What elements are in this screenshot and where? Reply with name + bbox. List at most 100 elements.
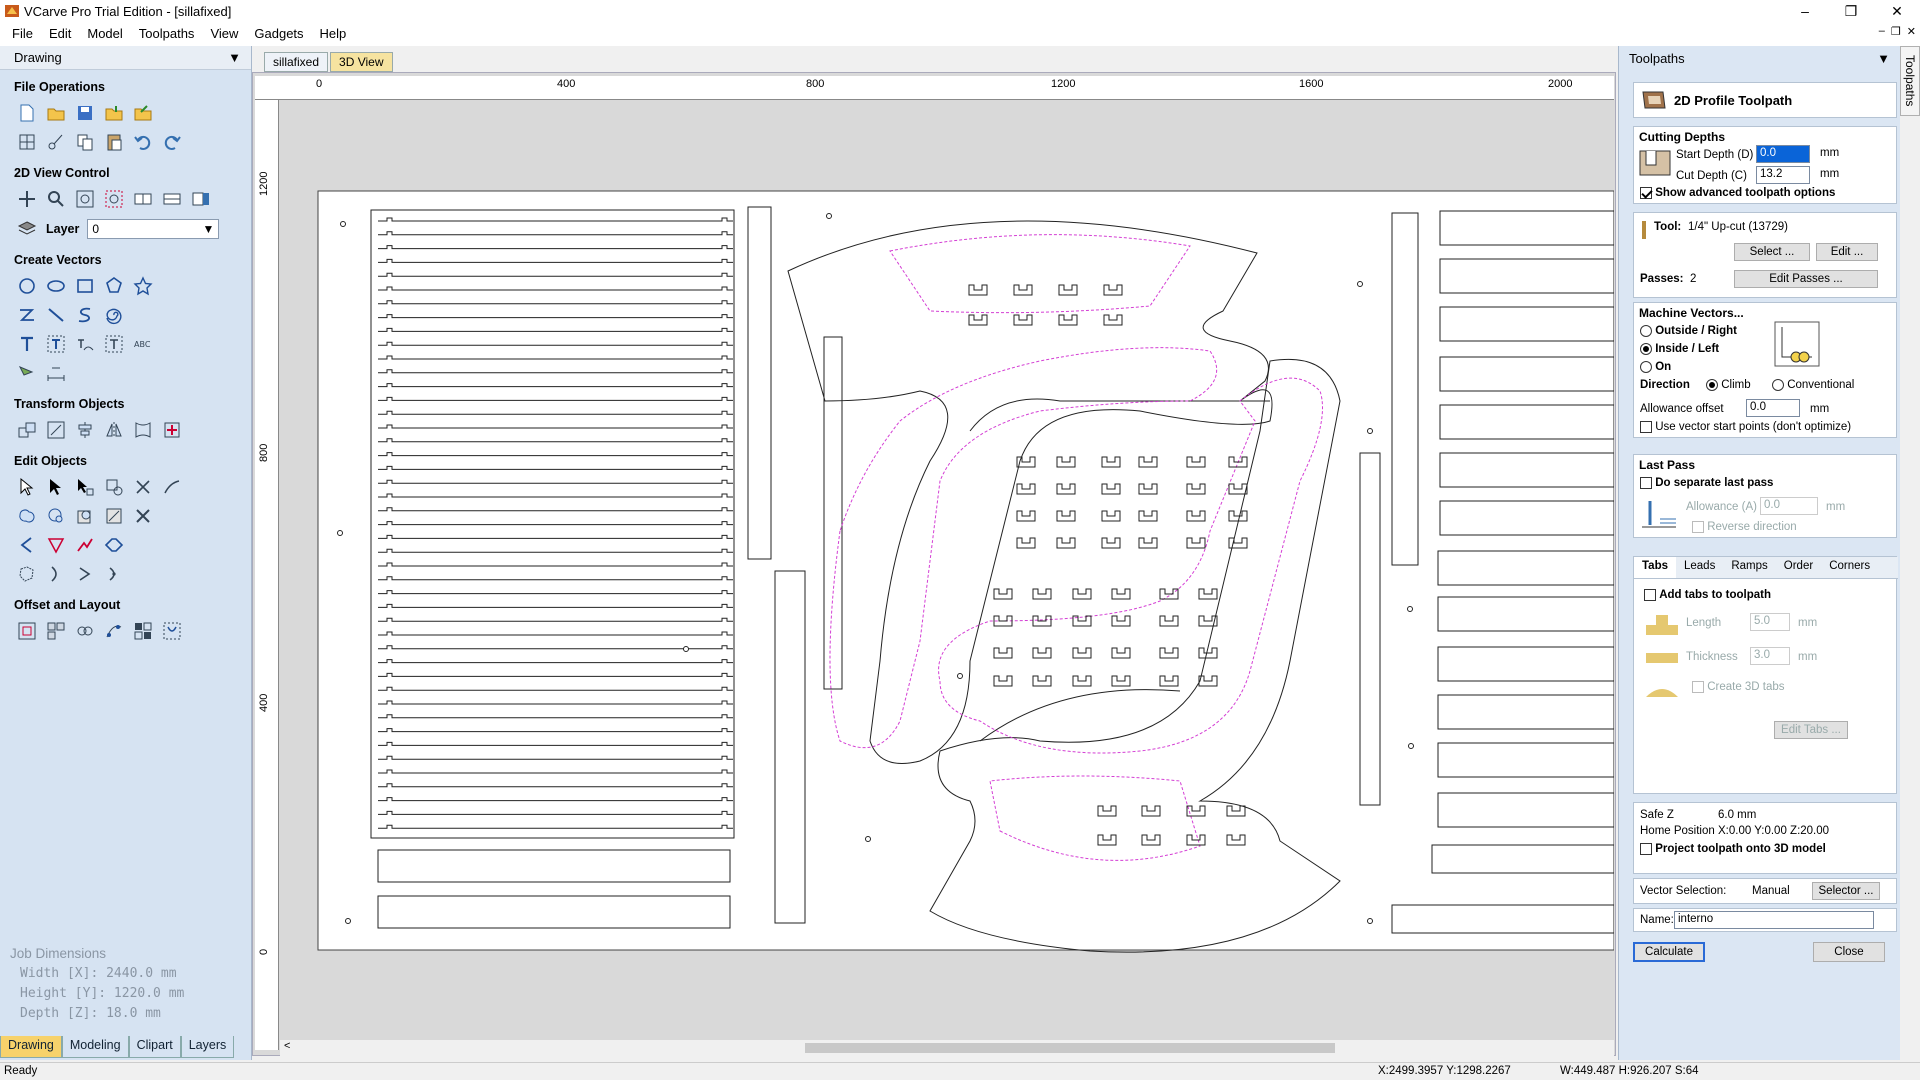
text-box-icon[interactable] [45,333,67,355]
copy-icon[interactable] [74,131,96,153]
scissors-icon[interactable] [132,476,154,498]
maximize-button[interactable]: ❐ [1828,0,1874,22]
reverse-dir-checkbox[interactable] [1692,521,1704,533]
on-radio[interactable] [1640,361,1652,373]
tab-modeling[interactable]: Modeling [61,1036,129,1058]
close-button[interactable]: Close [1813,942,1885,962]
toolpaths-side-tab[interactable]: Toolpaths [1900,46,1920,116]
circle-icon[interactable] [16,275,38,297]
tab-order[interactable]: Order [1776,557,1821,578]
fit-vectors-icon[interactable] [161,620,183,642]
selector-button[interactable]: Selector ... [1812,882,1880,900]
distort-icon[interactable] [132,419,154,441]
convert-arc-icon[interactable] [16,534,38,556]
ruler-corner[interactable] [255,76,279,100]
pan-icon[interactable] [16,188,38,210]
arc-text-icon[interactable]: ABC [132,333,154,355]
menu-help[interactable]: Help [312,22,355,46]
menu-edit[interactable]: Edit [41,22,79,46]
pin-icon[interactable]: ▼ [1877,51,1890,66]
array-copy-icon[interactable] [74,620,96,642]
paste-icon[interactable] [103,131,125,153]
cut-depth-input[interactable]: 13.2 [1756,166,1810,184]
rectangle-icon[interactable] [74,275,96,297]
tab-3d-view[interactable]: 3D View [330,52,393,72]
mdi-close-icon[interactable]: ✕ [1907,25,1916,38]
menu-gadgets[interactable]: Gadgets [246,22,311,46]
separate-last-checkbox[interactable] [1640,477,1652,489]
join-icon[interactable] [103,534,125,556]
interactive-trim-icon[interactable] [103,476,125,498]
node-icon[interactable] [45,563,67,585]
spiral-icon[interactable] [103,304,125,326]
tab-corners[interactable]: Corners [1821,557,1878,578]
smooth-icon[interactable] [74,534,96,556]
cut-shapes-icon[interactable] [132,505,154,527]
ellipse-icon[interactable] [45,275,67,297]
tab-tabs[interactable]: Tabs [1634,557,1676,578]
scroll-left-icon[interactable]: < [284,1040,290,1052]
climb-radio[interactable] [1706,379,1718,391]
break-node-icon[interactable] [103,563,125,585]
convert-line-icon[interactable] [45,534,67,556]
edit-passes-button[interactable]: Edit Passes ... [1734,270,1878,288]
3d-view-icon[interactable] [190,188,212,210]
close-vector-icon[interactable] [16,563,38,585]
nest-icon[interactable] [45,620,67,642]
tab-sillafixed[interactable]: sillafixed [264,52,329,72]
menu-model[interactable]: Model [79,22,130,46]
thickness-input[interactable]: 3.0 [1750,647,1790,665]
extend-icon[interactable] [161,476,183,498]
set-size-icon[interactable] [45,419,67,441]
new-file-icon[interactable] [16,102,38,124]
node-edit-icon[interactable] [45,476,67,498]
measure-icon[interactable] [45,362,67,384]
subtract-icon[interactable] [74,505,96,527]
lp-allowance-input[interactable]: 0.0 [1760,497,1818,515]
polygon-icon[interactable] [103,275,125,297]
move-icon[interactable] [16,419,38,441]
transform-select-icon[interactable] [74,476,96,498]
outside-radio[interactable] [1640,325,1652,337]
auto-layout-text-icon[interactable] [103,333,125,355]
use-start-checkbox[interactable] [1640,421,1652,433]
fillet-icon[interactable] [45,505,67,527]
cut-icon[interactable] [45,131,67,153]
split-view-icon[interactable] [161,188,183,210]
allowance-input[interactable]: 0.0 [1746,399,1800,417]
add-tabs-checkbox[interactable] [1644,589,1656,601]
undo-icon[interactable] [132,131,154,153]
export-icon[interactable] [132,102,154,124]
menu-toolpaths[interactable]: Toolpaths [131,22,203,46]
zoom-selection-icon[interactable] [103,188,125,210]
conventional-radio[interactable] [1772,379,1784,391]
weld-icon[interactable] [16,505,38,527]
select-tool-button[interactable]: Select ... [1734,243,1810,261]
create3d-checkbox[interactable] [1692,681,1704,693]
mdi-restore-icon[interactable]: ❐ [1891,25,1901,38]
horizontal-scrollbar[interactable]: < [280,1040,1614,1056]
mirror-icon[interactable] [103,419,125,441]
redo-icon[interactable] [161,131,183,153]
edit-tabs-button[interactable]: Edit Tabs ... [1774,721,1848,739]
text-on-curve-icon[interactable] [74,333,96,355]
zoom-extents-icon[interactable] [74,188,96,210]
grid-array-icon[interactable] [132,620,154,642]
close-window-button[interactable]: ✕ [1874,0,1920,22]
view-toggle-icon[interactable] [132,188,154,210]
edit-tool-button[interactable]: Edit ... [1816,243,1878,261]
calculate-button[interactable]: Calculate [1633,942,1705,962]
curve-node-icon[interactable] [74,563,96,585]
tab-layers[interactable]: Layers [180,1036,235,1058]
curve-icon[interactable] [74,304,96,326]
layer-select[interactable]: 0 ▼ [87,219,220,239]
offset-icon[interactable] [16,620,38,642]
tab-drawing[interactable]: Drawing [0,1036,62,1058]
tab-ramps[interactable]: Ramps [1723,557,1775,578]
open-file-icon[interactable] [45,102,67,124]
start-depth-input[interactable]: 0.0 [1756,145,1810,163]
zoom-icon[interactable] [45,188,67,210]
menu-file[interactable]: File [4,22,41,46]
tab-clipart[interactable]: Clipart [128,1036,181,1058]
text-icon[interactable] [16,333,38,355]
